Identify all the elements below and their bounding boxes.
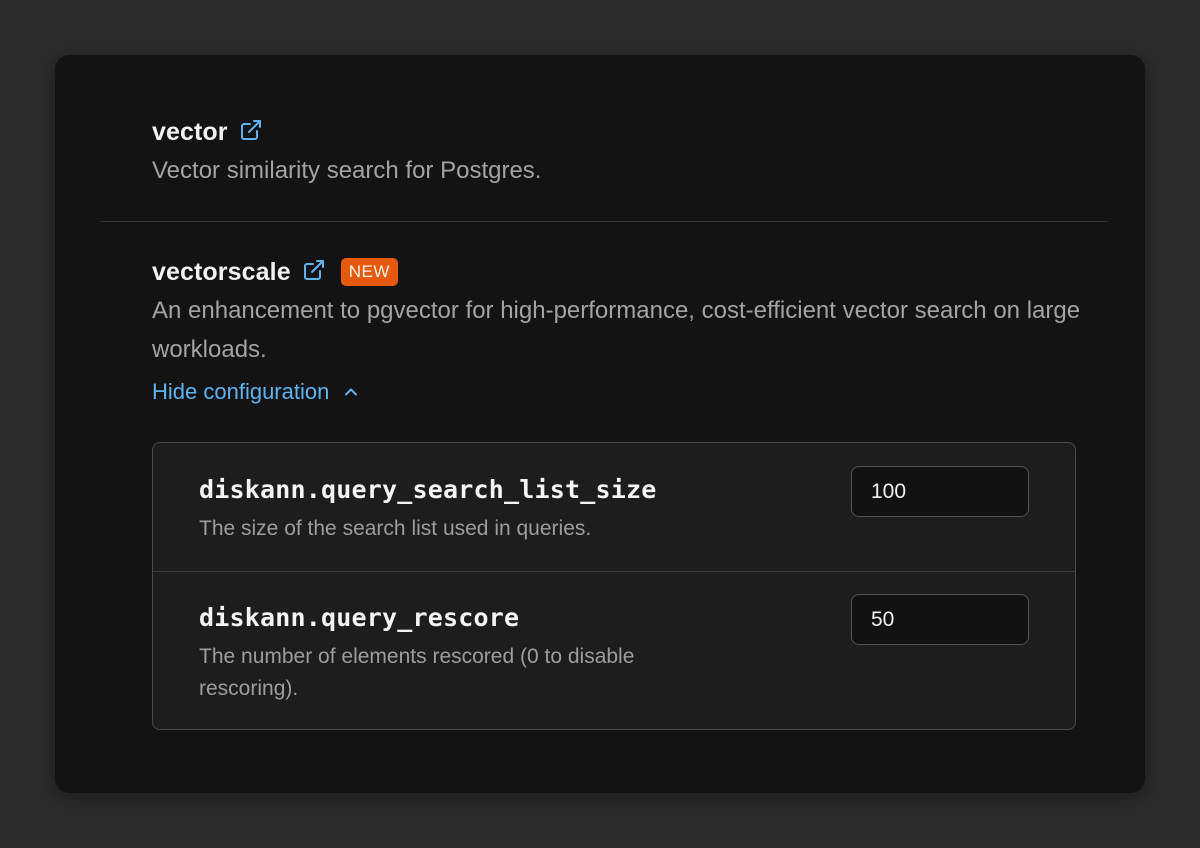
new-badge: NEW — [340, 258, 398, 286]
config-row: diskann.query_search_list_size The size … — [153, 443, 1075, 572]
extension-title-row: vectorscale NEW — [152, 255, 1145, 289]
extensions-card: vector Vector similarity search for Post… — [55, 55, 1145, 793]
external-link-icon[interactable] — [239, 118, 263, 142]
extension-name: vector — [152, 117, 228, 146]
config-row: diskann.query_rescore The number of elem… — [153, 571, 1075, 729]
extension-name: vectorscale — [152, 257, 291, 286]
section-divider — [100, 221, 1108, 222]
extension-description: Vector similarity search for Postgres. — [152, 157, 542, 184]
extension-vectorscale: vectorscale NEW An enhancement to pgvect… — [152, 255, 1145, 405]
config-param-name: diskann.query_search_list_size — [199, 475, 657, 504]
config-param-name: diskann.query_rescore — [199, 603, 520, 632]
config-param-description: The number of elements rescored (0 to di… — [199, 645, 635, 700]
chevron-up-icon — [341, 382, 361, 402]
query-search-list-size-input[interactable] — [851, 466, 1029, 517]
toggle-config-label: Hide configuration — [152, 379, 330, 404]
extension-description: An enhancement to pgvector for high-perf… — [152, 297, 1081, 363]
hide-configuration-button[interactable]: Hide configuration — [152, 379, 1145, 405]
extension-title-row: vector — [152, 115, 1145, 149]
external-link-icon[interactable] — [302, 258, 326, 282]
extension-vector: vector Vector similarity search for Post… — [152, 115, 1145, 190]
configuration-panel: diskann.query_search_list_size The size … — [152, 442, 1076, 730]
query-rescore-input[interactable] — [851, 594, 1029, 645]
config-param-description: The size of the search list used in quer… — [199, 517, 592, 540]
